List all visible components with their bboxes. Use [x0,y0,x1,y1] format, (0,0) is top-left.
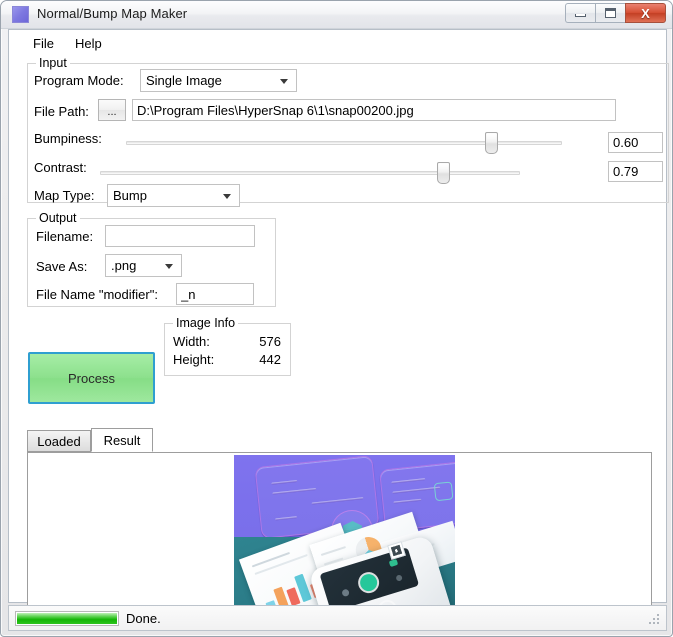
preview-shutter-button [358,572,380,594]
bumpiness-slider-thumb[interactable] [485,132,498,154]
close-icon: X [641,5,650,21]
chevron-down-icon [280,78,288,84]
bumpiness-value-input[interactable] [608,132,663,153]
contrast-label: Contrast: [34,160,87,175]
contrast-slider-thumb[interactable] [437,162,450,184]
file-path-input[interactable] [132,99,616,121]
program-mode-value: Single Image [146,73,222,88]
menu-bar: File Help [9,30,666,56]
modifier-input[interactable] [176,283,254,305]
minimize-icon [575,14,586,17]
window-title: Normal/Bump Map Maker [37,6,188,21]
status-bar: Done. [8,605,667,631]
process-button[interactable]: Process [28,352,155,404]
map-type-combo[interactable]: Bump [107,184,240,207]
contrast-slider-track[interactable] [100,171,520,175]
input-group-title: Input [36,56,70,70]
output-group: Output Filename: Save As: .png File Name… [27,211,276,307]
menu-item-help[interactable]: Help [70,35,107,52]
title-bar: Normal/Bump Map Maker X [1,1,672,29]
restore-icon [605,8,616,18]
app-icon [12,6,29,23]
image-height-label: Height: [173,352,215,367]
save-as-value: .png [111,258,137,273]
chevron-down-icon [165,263,173,269]
image-width-label: Width: [173,334,210,349]
resize-grip[interactable] [649,614,662,627]
close-button[interactable]: X [625,3,666,23]
contrast-value-input[interactable] [608,161,663,182]
status-text: Done. [126,611,161,626]
map-type-label: Map Type: [34,188,95,203]
bumpiness-label: Bumpiness: [34,131,102,146]
client-area: File Help Input Program Mode: Single Ima… [8,29,669,624]
save-as-combo[interactable]: .png [105,254,182,277]
modifier-label: File Name "modifier": [36,287,158,302]
menu-item-file[interactable]: File [28,35,59,52]
result-preview-image[interactable]: www.xiazaiba.com [234,455,455,623]
save-as-label: Save As: [36,259,88,274]
minimize-button[interactable] [565,3,595,23]
chevron-down-icon [223,193,231,199]
map-type-value: Bump [113,188,147,203]
program-mode-label: Program Mode: [34,73,124,88]
output-filename-input[interactable] [105,225,255,247]
program-mode-combo[interactable]: Single Image [140,69,297,92]
browse-button[interactable]: ... [98,99,126,121]
progress-bar-fill [17,613,117,624]
input-group: Input Program Mode: Single Image File Pa… [27,56,669,207]
progress-bar [15,611,119,626]
tab-strip: Loaded Result [27,428,652,452]
output-group-title: Output [36,211,80,225]
image-info-group-title: Image Info [173,316,239,330]
tab-loaded[interactable]: Loaded [27,430,91,452]
application-window: Normal/Bump Map Maker X File Help Input … [0,0,673,637]
maximize-restore-button[interactable] [595,3,625,23]
file-path-label: File Path: [34,104,89,119]
image-height-value: 442 [259,352,281,367]
image-info-group: Image Info Width: 576 Height: 442 [164,316,291,376]
tab-result[interactable]: Result [91,428,153,452]
image-width-value: 576 [259,334,281,349]
output-filename-label: Filename: [36,229,94,244]
tab-panel-result: www.xiazaiba.com [27,452,652,624]
